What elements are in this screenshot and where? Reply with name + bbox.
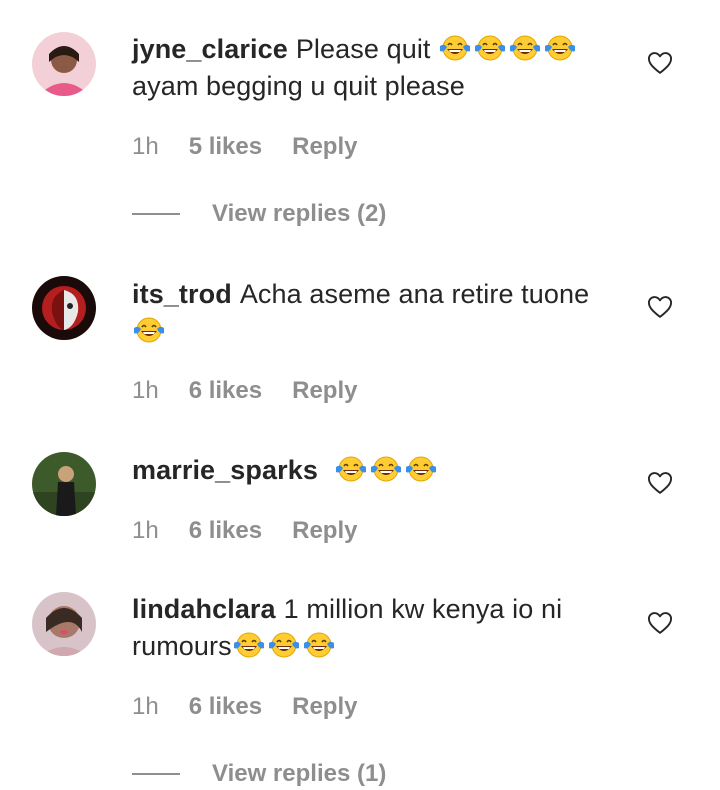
reply-button[interactable]: Reply bbox=[292, 517, 357, 545]
comment-meta: 1h 6 likes Reply bbox=[132, 517, 357, 545]
comment-time: 1h bbox=[132, 377, 159, 404]
comment-meta: 1h 6 likes Reply bbox=[132, 693, 357, 721]
comment-username[interactable]: lindahclara bbox=[132, 594, 276, 624]
comment-body: Please quit bbox=[295, 34, 431, 64]
comment-text: jyne_clarice Please quit ayam begging u q… bbox=[132, 31, 602, 105]
reply-button[interactable]: Reply bbox=[292, 693, 357, 721]
comment-likes[interactable]: 5 likes bbox=[189, 133, 262, 161]
laughing-emoji-group bbox=[438, 34, 578, 64]
laughing-emoji-icon bbox=[508, 33, 542, 63]
comment-username[interactable]: marrie_sparks bbox=[132, 455, 318, 485]
laughing-emoji-icon bbox=[334, 454, 368, 484]
view-replies-label: View replies (2) bbox=[212, 200, 387, 227]
avatar[interactable] bbox=[32, 452, 96, 516]
laughing-emoji-icon bbox=[543, 33, 577, 63]
comment-likes[interactable]: 6 likes bbox=[189, 517, 262, 545]
like-heart-icon[interactable] bbox=[646, 469, 674, 497]
comment-body-line2: rumours bbox=[132, 631, 232, 661]
comment-text: its_trod Acha aseme ana retire tuone bbox=[132, 276, 602, 350]
laughing-emoji-icon bbox=[438, 33, 472, 63]
comment-time: 1h bbox=[132, 517, 159, 544]
comment-likes[interactable]: 6 likes bbox=[189, 377, 262, 405]
reply-button[interactable]: Reply bbox=[292, 377, 357, 405]
comment-time: 1h bbox=[132, 693, 159, 720]
comment-meta: 1h 6 likes Reply bbox=[132, 377, 357, 405]
laughing-emoji-icon bbox=[267, 630, 301, 660]
comment-meta: 1h 5 likes Reply bbox=[132, 133, 357, 161]
comment-likes[interactable]: 6 likes bbox=[189, 693, 262, 721]
view-replies-button[interactable]: View replies (1) bbox=[132, 760, 386, 788]
avatar[interactable] bbox=[32, 32, 96, 96]
comment-username[interactable]: jyne_clarice bbox=[132, 34, 288, 64]
laughing-emoji-icon bbox=[302, 630, 336, 660]
replies-divider-line bbox=[132, 213, 180, 215]
laughing-emoji-icon bbox=[404, 454, 438, 484]
replies-divider-line bbox=[132, 773, 180, 775]
view-replies-label: View replies (1) bbox=[212, 760, 387, 787]
avatar[interactable] bbox=[32, 592, 96, 656]
comment-body: Acha aseme ana retire tuone bbox=[239, 279, 590, 309]
like-heart-icon[interactable] bbox=[646, 293, 674, 321]
like-heart-icon[interactable] bbox=[646, 609, 674, 637]
comment-body: 1 million kw kenya io ni bbox=[283, 594, 563, 624]
comment-username[interactable]: its_trod bbox=[132, 279, 232, 309]
laughing-emoji-icon bbox=[369, 454, 403, 484]
like-heart-icon[interactable] bbox=[646, 49, 674, 77]
comment-text: marrie_sparks bbox=[132, 452, 602, 489]
laughing-emoji-icon bbox=[232, 630, 266, 660]
reply-button[interactable]: Reply bbox=[292, 133, 357, 161]
comment-body-line2: ayam begging u quit please bbox=[132, 71, 465, 101]
laughing-emoji-icon bbox=[132, 315, 166, 345]
view-replies-button[interactable]: View replies (2) bbox=[132, 200, 386, 228]
comment-time: 1h bbox=[132, 133, 159, 160]
laughing-emoji-icon bbox=[473, 33, 507, 63]
avatar[interactable] bbox=[32, 276, 96, 340]
comment-text: lindahclara 1 million kw kenya io ni rumo… bbox=[132, 591, 602, 665]
